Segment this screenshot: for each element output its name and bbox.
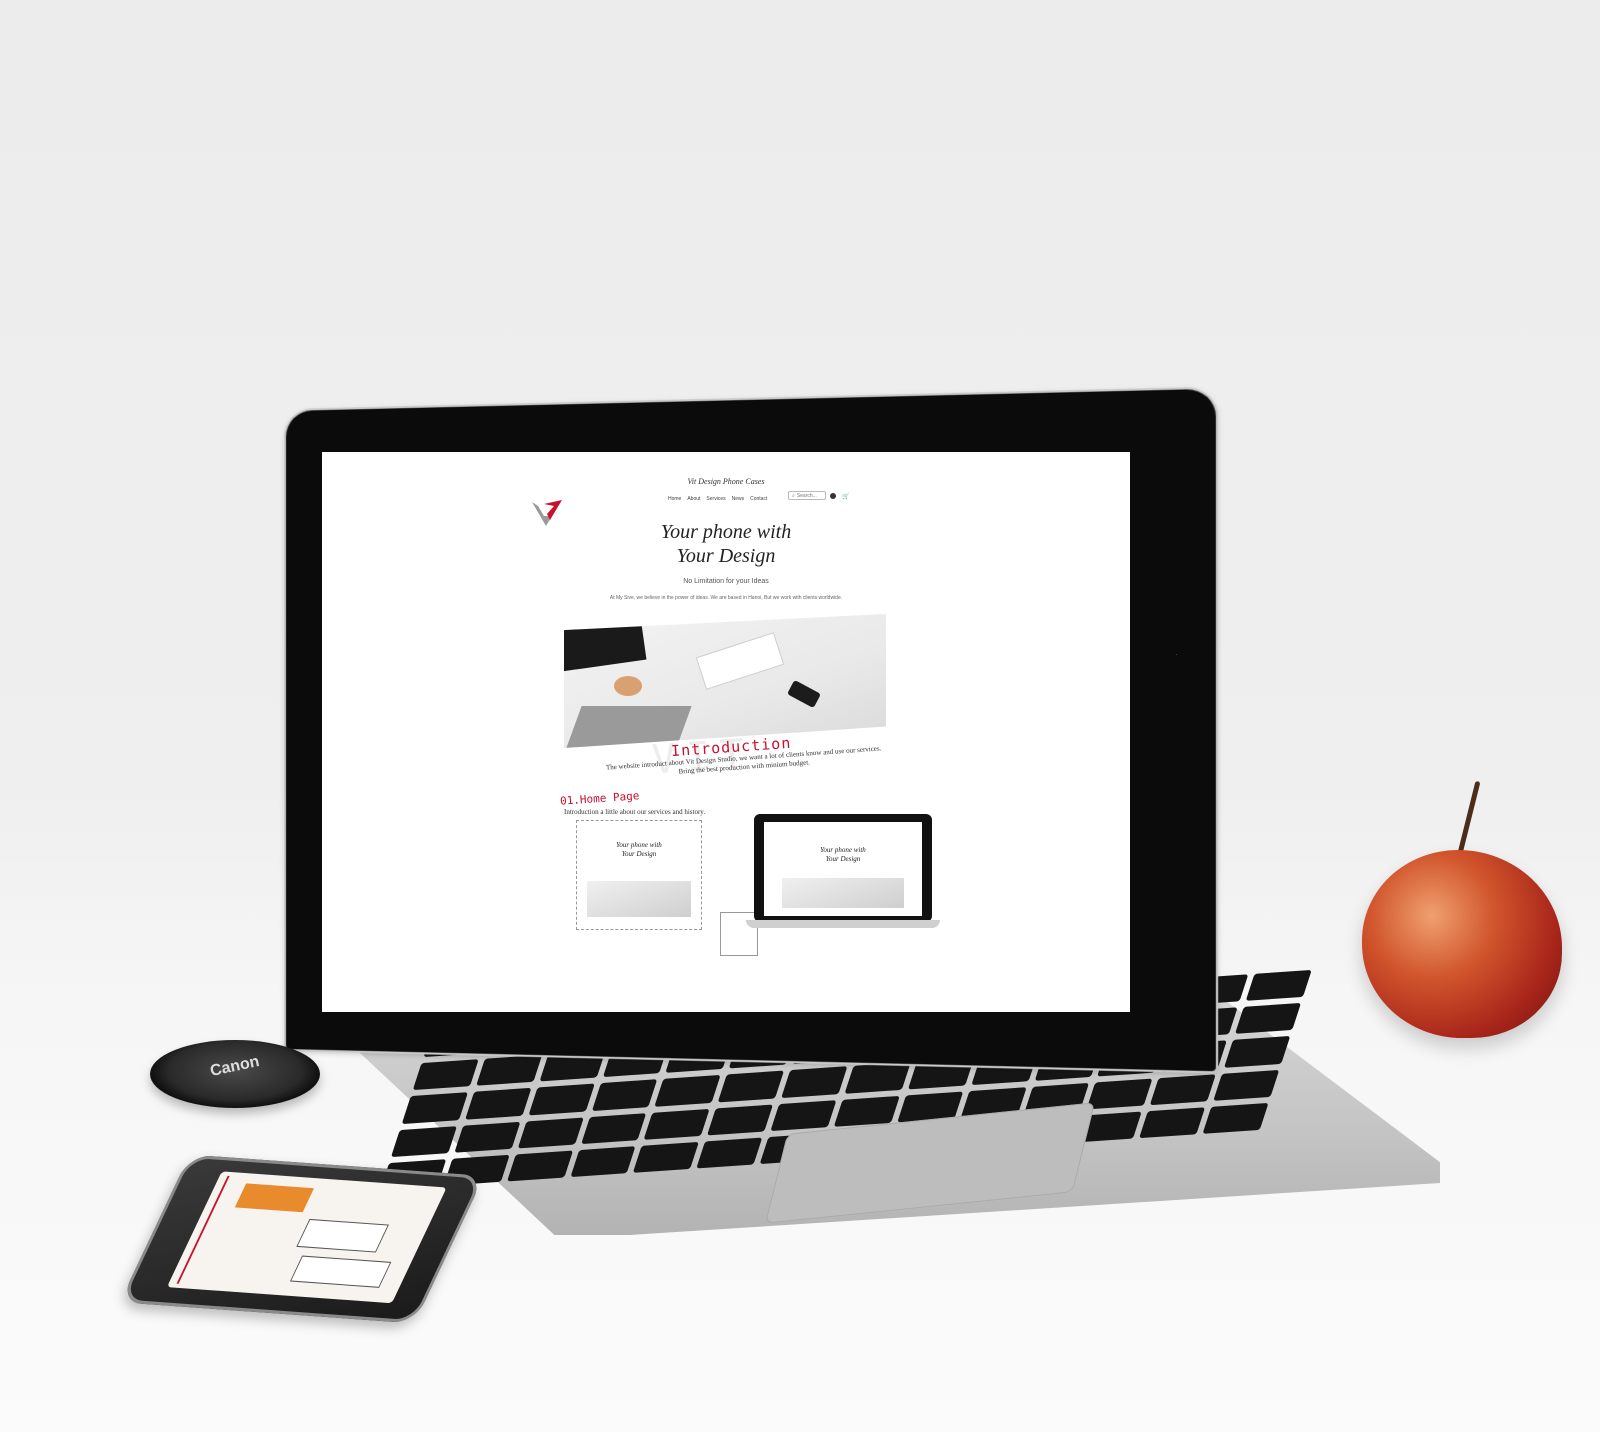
keyboard-key <box>570 1146 636 1177</box>
phone-preview-block <box>235 1183 314 1212</box>
hero-title: Your phone with Your Design <box>322 520 1130 568</box>
smartphone <box>120 1155 485 1324</box>
mini-laptop-title-line1: Your phone with <box>764 846 922 855</box>
keyboard-key <box>402 1093 468 1124</box>
site-nav: Home About Services News Contact <box>668 496 767 502</box>
keyboard-key <box>592 1080 658 1111</box>
hero-text: At My Sive, we believe in the power of i… <box>322 595 1130 601</box>
keyboard-key <box>781 1067 847 1098</box>
mini-laptop-preview: Your phone with Your Design <box>754 814 932 930</box>
mini-laptop-photo <box>782 878 904 908</box>
keyboard-key <box>655 1075 721 1106</box>
photo-coaster <box>614 676 642 696</box>
mini-laptop-base <box>746 920 940 928</box>
keyboard-key <box>771 1100 837 1131</box>
keyboard-key <box>1224 1036 1290 1067</box>
keyboard-key <box>1203 1103 1269 1134</box>
hero-title-line2: Your Design <box>322 544 1130 568</box>
mini-page-title: Your phone with Your Design <box>577 841 701 859</box>
keyboard-key <box>697 1137 763 1168</box>
search-input[interactable]: ⌕ Search... <box>788 491 826 500</box>
site-brand-title: Vit Design Phone Cases <box>322 477 1130 486</box>
keyboard-key <box>465 1088 531 1119</box>
keyboard-key <box>834 1095 900 1126</box>
hero-subtitle: No Limitation for your Ideas <box>322 578 1130 585</box>
photo-keyboard <box>696 632 784 690</box>
phone-preview-block <box>290 1256 391 1288</box>
keyboard-key <box>476 1055 542 1086</box>
mini-laptop-title-line2: Your Design <box>764 855 922 864</box>
mini-laptop-screen: Your phone with Your Design <box>764 822 922 916</box>
section-text: Introduction a little about our services… <box>564 808 705 816</box>
lens-cap: Canon <box>150 1040 320 1108</box>
user-icon[interactable] <box>830 493 836 499</box>
cart-icon[interactable]: 🛒 <box>842 493 849 500</box>
keyboard-key <box>633 1142 699 1173</box>
nav-news-link[interactable]: News <box>732 496 745 502</box>
phone-screen <box>167 1171 447 1303</box>
keyboard-key <box>644 1108 710 1139</box>
nav-contact-link[interactable]: Contact <box>750 496 767 502</box>
keyboard-key <box>518 1117 584 1148</box>
keyboard-key <box>1087 1078 1153 1109</box>
nav-about-link[interactable]: About <box>687 496 700 502</box>
mini-laptop-title: Your phone with Your Design <box>764 846 922 864</box>
search-icon: ⌕ <box>792 493 795 499</box>
laptop-screen: Vit Design Phone Cases Home About Servic… <box>322 452 1130 1012</box>
keyboard-key <box>507 1150 573 1181</box>
mini-title-line2: Your Design <box>577 850 701 859</box>
photo-phone <box>787 680 821 708</box>
mini-title-line1: Your phone with <box>577 841 701 850</box>
nav-services-link[interactable]: Services <box>706 496 725 502</box>
mini-page-preview: Your phone with Your Design <box>576 820 702 930</box>
keyboard-key <box>1139 1107 1205 1138</box>
mini-frame <box>720 912 758 956</box>
keyboard-key <box>1235 1003 1301 1034</box>
keyboard-key <box>413 1059 479 1090</box>
hero-desk-photo <box>564 614 886 748</box>
mini-page-photo <box>587 881 691 917</box>
section-title: 01.Home Page <box>560 789 640 808</box>
photo-monitor <box>564 618 646 672</box>
hero-title-line1: Your phone with <box>322 520 1130 544</box>
phone-preview-block <box>296 1219 389 1253</box>
keyboard-key <box>718 1071 784 1102</box>
search-placeholder: Search... <box>797 493 817 499</box>
keyboard-key <box>528 1084 594 1115</box>
nav-home-link[interactable]: Home <box>668 496 681 502</box>
apple <box>1362 850 1562 1038</box>
keyboard-key <box>1213 1070 1279 1101</box>
keyboard-key <box>707 1104 773 1135</box>
keyboard-key <box>1150 1074 1216 1105</box>
keyboard-key <box>454 1121 520 1152</box>
phone-accent-line <box>177 1176 230 1284</box>
keyboard-key <box>1246 970 1312 1001</box>
keyboard-key <box>845 1062 911 1093</box>
keyboard-key <box>391 1126 457 1157</box>
lens-cap-label: Canon <box>209 1053 261 1081</box>
apple-body <box>1362 850 1562 1038</box>
keyboard-key <box>581 1113 647 1144</box>
